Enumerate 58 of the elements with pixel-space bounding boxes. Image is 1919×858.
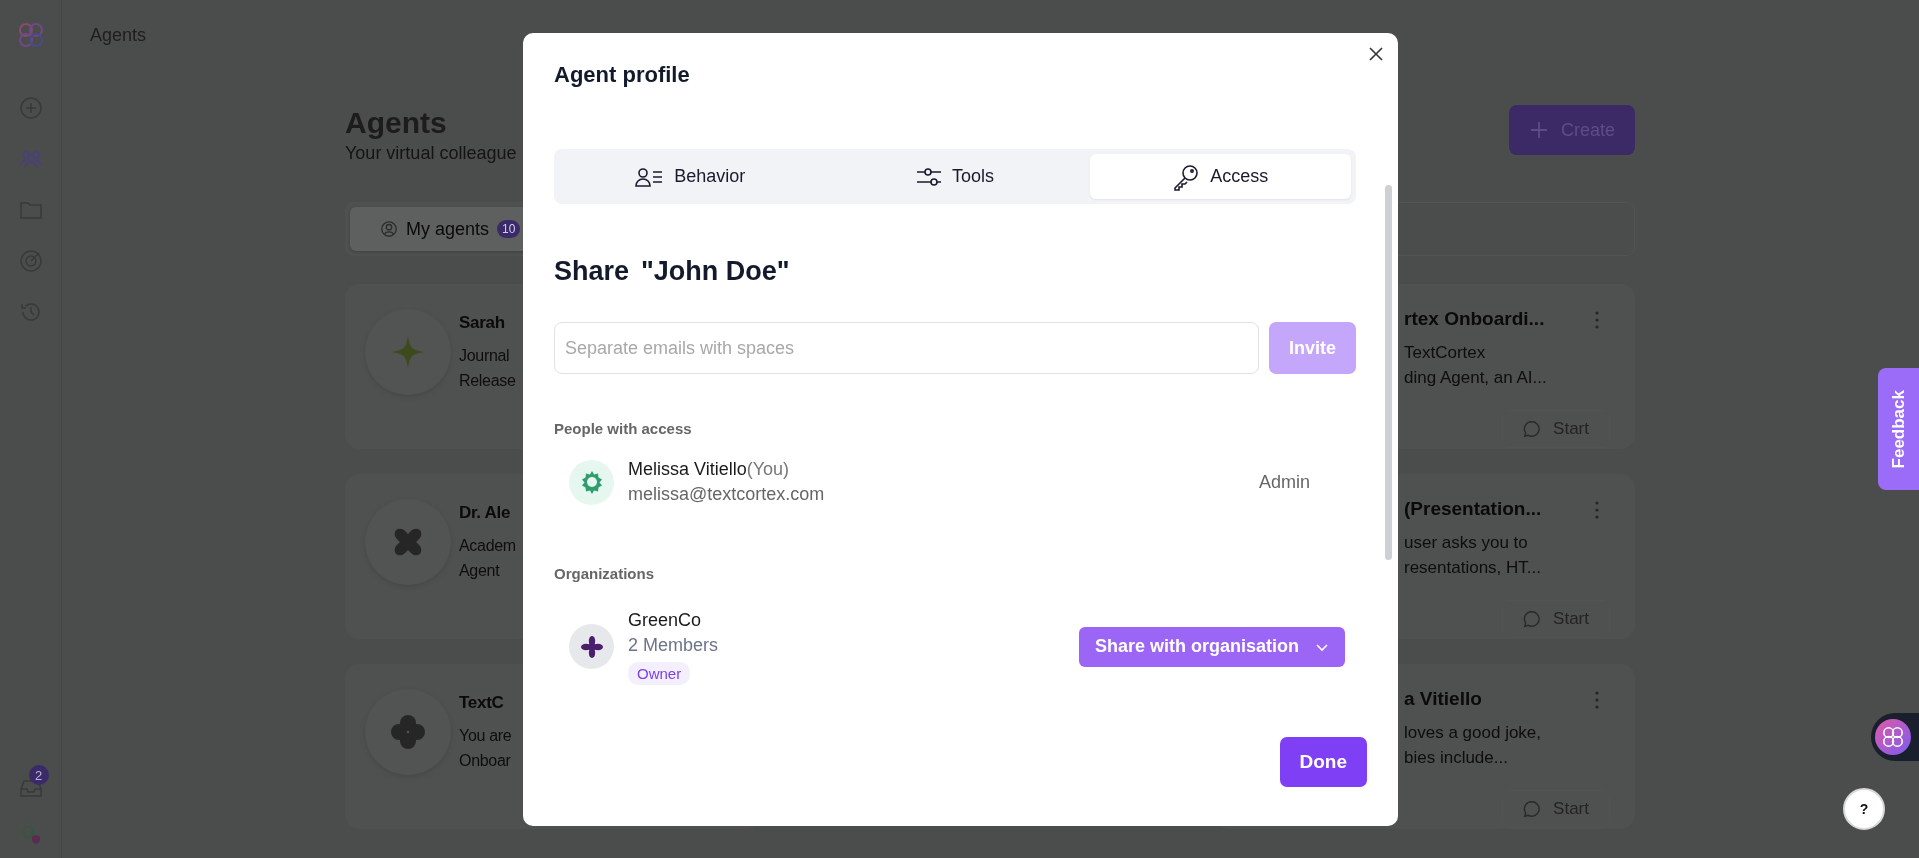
agent-description: ding Agent, an AI...: [1404, 367, 1548, 389]
agent-description: Onboar: [459, 751, 512, 771]
page-subtitle: Your virtual colleague: [345, 143, 517, 164]
modal-title: Agent profile: [554, 61, 691, 89]
agent-description: user asks you to: [1404, 532, 1529, 554]
member-name: Melissa Vitiello: [628, 459, 747, 479]
chat-bubble-icon: [1523, 800, 1542, 818]
share-label: Share: [554, 255, 630, 288]
more-options-icon[interactable]: [1594, 310, 1600, 330]
tab[interactable]: Access: [1089, 154, 1351, 199]
flower-icon: [579, 634, 604, 659]
more-options-icon[interactable]: [1594, 500, 1600, 520]
agent-name: Dr. Ale: [459, 503, 512, 523]
chat-bubble-icon: [1523, 610, 1542, 628]
scrollbar[interactable]: [1385, 185, 1392, 560]
count-badge: 10: [497, 220, 521, 238]
member-role: Admin: [1258, 471, 1310, 493]
agent-description: Journal: [459, 346, 511, 366]
agent-name: Sarah: [459, 313, 506, 333]
user-circle-icon: [380, 220, 398, 238]
agent-description: bies include...: [1404, 747, 1509, 769]
sliders-icon: [915, 165, 942, 188]
agent-name: TextC: [459, 693, 505, 713]
key-icon: [1172, 162, 1201, 191]
feedback-tab[interactable]: Feedback: [1878, 368, 1919, 490]
help-button[interactable]: ?: [1843, 788, 1885, 830]
agent-description: You are: [459, 726, 512, 746]
agent-name: rtex Onboardi...: [1404, 308, 1545, 330]
plus-icon: [1528, 120, 1549, 140]
assistant-button[interactable]: [1871, 713, 1919, 761]
agent-name: (Presentation...: [1404, 498, 1542, 520]
notification-badge: 2: [28, 765, 49, 785]
member-note: (You): [746, 459, 790, 479]
owner-badge: Owner: [628, 662, 691, 685]
sun-icon: [579, 470, 604, 494]
agent-description: Academ: [459, 536, 516, 556]
organization-name: GreenCo: [628, 609, 702, 632]
tab[interactable]: Tools: [824, 154, 1086, 199]
more-options-icon[interactable]: [1594, 690, 1600, 710]
person-list-icon: [634, 165, 665, 188]
share-with-organisation-button[interactable]: Share with organisation: [1078, 626, 1345, 667]
chat-bubble-icon: [1523, 420, 1542, 438]
tab[interactable]: Behavior: [559, 154, 821, 199]
agent-description: TextCortex: [1404, 342, 1487, 364]
brain-icon: [1875, 719, 1911, 755]
clover-icon: [388, 712, 428, 752]
close-icon[interactable]: [1369, 47, 1383, 61]
agent-name: a Vitiello: [1404, 688, 1482, 710]
member-count: 2 Members: [628, 634, 719, 657]
section-heading: Organizations: [554, 565, 655, 582]
agent-description: Release: [459, 371, 516, 391]
done-button[interactable]: Done: [1279, 737, 1367, 787]
agent-description: Agent: [459, 561, 501, 581]
agent-description: resentations, HT...: [1404, 557, 1542, 579]
member-email: melissa@textcortex.com: [628, 483, 825, 506]
section-heading: People with access: [554, 420, 693, 437]
agent-name-heading: "John Doe": [641, 255, 790, 288]
agent-description: loves a good joke,: [1404, 722, 1543, 744]
